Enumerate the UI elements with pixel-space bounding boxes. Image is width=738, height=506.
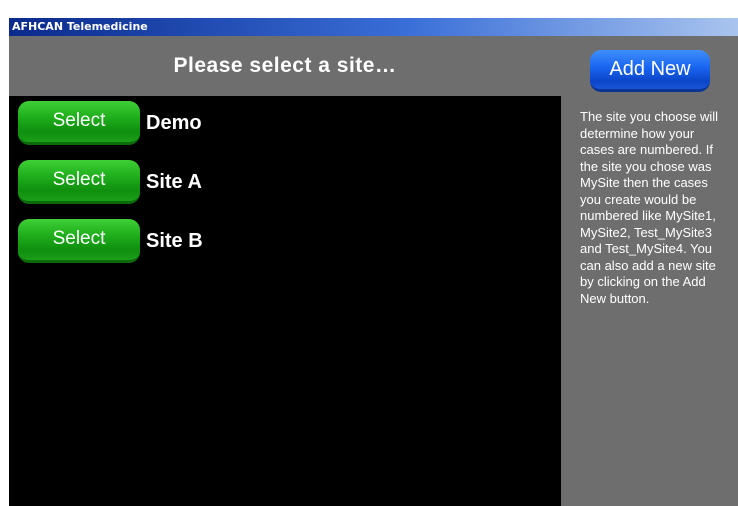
site-row-site-b: Select Site B [18, 219, 558, 263]
app-window: AFHCAN Telemedicine Please select a site… [9, 18, 738, 506]
site-list: Select Demo Select Site A Select Site B [9, 96, 561, 506]
site-name-demo: Demo [146, 112, 202, 134]
side-panel: Add New The site you choose will determi… [561, 36, 738, 506]
site-row-demo: Select Demo [18, 101, 558, 145]
site-name-site-b: Site B [146, 230, 203, 252]
add-new-button[interactable]: Add New [590, 50, 710, 92]
page-title: Please select a site… [9, 36, 561, 96]
select-site-a-button[interactable]: Select [18, 160, 140, 204]
site-row-site-a: Select Site A [18, 160, 558, 204]
select-demo-button[interactable]: Select [18, 101, 140, 145]
select-site-b-button[interactable]: Select [18, 219, 140, 263]
help-text: The site you choose will determine how y… [580, 109, 719, 306]
site-name-site-a: Site A [146, 171, 202, 193]
window-title-bar: AFHCAN Telemedicine [9, 18, 738, 36]
